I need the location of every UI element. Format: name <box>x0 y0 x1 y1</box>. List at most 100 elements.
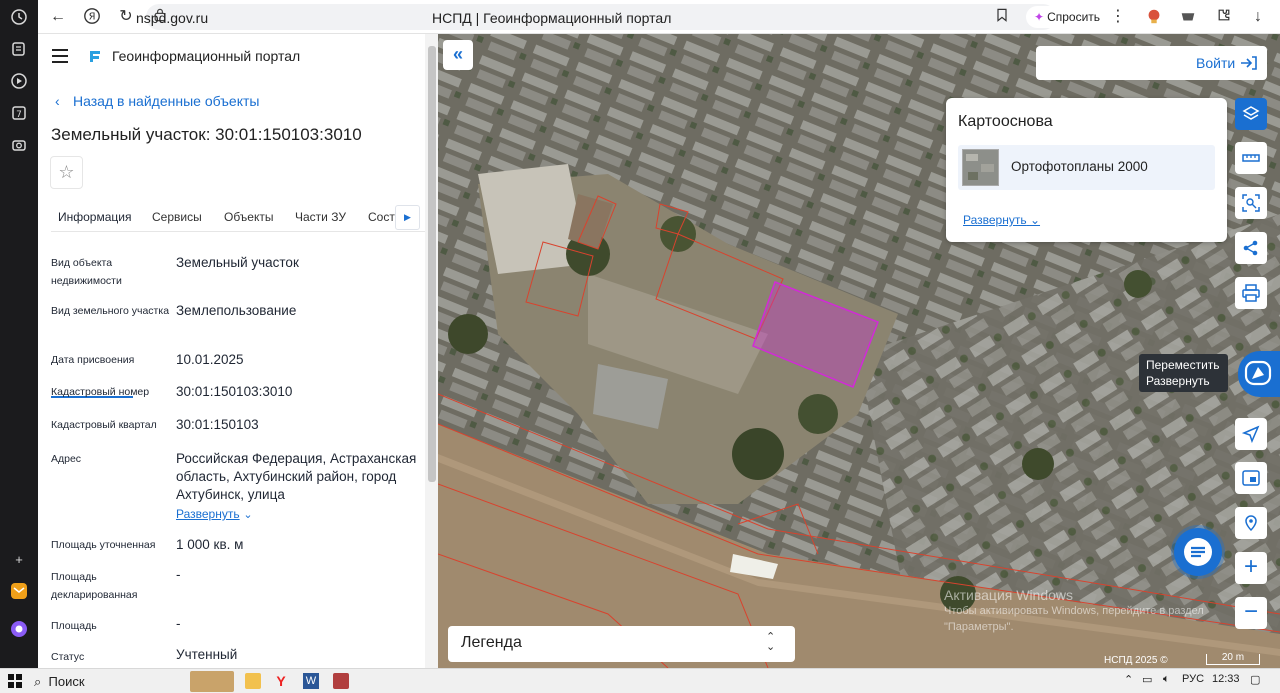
history-icon[interactable] <box>9 8 29 28</box>
object-heading: Земельный участок: 30:01:150103:3010 <box>51 125 362 144</box>
panel-scrollbar-thumb[interactable] <box>428 46 436 482</box>
chat-button[interactable] <box>1174 528 1222 576</box>
attribute-label: Кадастровый номер <box>51 386 150 398</box>
zoom-in-label: + <box>1243 553 1258 580</box>
yandex-icon[interactable]: Я <box>82 7 102 27</box>
address-expand-link[interactable]: Развернуть ⌄ <box>176 505 426 524</box>
notifications-icon[interactable]: ▢ <box>1250 673 1260 686</box>
download-icon[interactable]: ↓ <box>1248 7 1268 27</box>
app-icon[interactable] <box>333 673 349 689</box>
collections-icon[interactable] <box>9 40 29 60</box>
camera-icon[interactable] <box>9 136 29 156</box>
windows-taskbar: ⌕ Поиск Y W ⌃ ▭ 🔈︎ РУС 12:33 ▢ <box>0 668 1280 693</box>
basemap-expand-link[interactable]: Развернуть ⌄ <box>963 213 1040 227</box>
print-button[interactable] <box>1235 277 1267 309</box>
assistant-button[interactable] <box>1238 351 1280 397</box>
basemap-title: Картооснова <box>958 113 1053 130</box>
add-icon[interactable]: + <box>9 550 29 570</box>
url-text: nspd.gov.ru <box>136 10 209 26</box>
minimap-icon <box>1242 470 1260 486</box>
attribute-label: Адрес <box>51 453 82 465</box>
svg-text:Я: Я <box>89 12 96 23</box>
zoom-in-button[interactable]: + <box>1235 552 1267 584</box>
yandex-browser-icon[interactable]: Y <box>273 673 289 689</box>
svg-text:7: 7 <box>16 110 22 120</box>
login-button[interactable]: Войти <box>1036 46 1267 80</box>
network-icon[interactable]: ▭ <box>1142 673 1152 686</box>
tray-chevron-up-icon[interactable]: ⌃ <box>1124 673 1133 686</box>
chat-icon <box>1184 538 1212 566</box>
ask-label: Спросить <box>1047 10 1101 24</box>
basemap-panel: Картооснова Ортофотопланы 2000 Развернут… <box>946 98 1227 242</box>
locate-button[interactable] <box>1235 418 1267 450</box>
attribute-value: 10.01.2025 <box>176 352 244 367</box>
search-icon: ⌕ <box>34 674 42 689</box>
print-icon <box>1242 284 1260 302</box>
menu-icon[interactable] <box>52 49 70 63</box>
extension-icon[interactable] <box>1144 7 1164 27</box>
attribute-value: Учтенный <box>176 647 238 662</box>
basemap-option[interactable]: Ортофотопланы 2000 <box>958 145 1215 190</box>
tab-parts[interactable]: Части ЗУ <box>295 210 346 224</box>
media-icon[interactable] <box>9 72 29 92</box>
windows-start-icon[interactable] <box>8 674 22 688</box>
select-area-button[interactable] <box>1235 187 1267 219</box>
assistant-icon <box>1244 360 1272 386</box>
pin-location-button[interactable] <box>1235 507 1267 539</box>
chevron-left-icon: ‹ <box>55 93 60 109</box>
back-arrow-icon[interactable]: ← <box>48 7 68 27</box>
zoom-out-button[interactable]: − <box>1235 597 1267 629</box>
puzzle-icon[interactable] <box>1214 7 1234 27</box>
attribute-value: 30:01:150103:3010 <box>176 384 293 399</box>
layers-button[interactable] <box>1235 98 1267 130</box>
expand-label: Развернуть <box>176 507 240 521</box>
attribute-value: 1 000 кв. м <box>176 537 244 552</box>
volume-icon[interactable]: 🔈︎ <box>1163 673 1170 686</box>
map-scale-bar: 20 m <box>1206 653 1260 665</box>
tooltip-line: Переместить <box>1146 358 1220 372</box>
taskbar-search[interactable]: ⌕ Поиск <box>34 672 85 691</box>
back-to-results-link[interactable]: ‹ Назад в найденные объекты <box>55 93 259 109</box>
attribute-value: Землепользование <box>176 303 297 318</box>
mail-icon[interactable] <box>9 582 29 602</box>
attribute-label: Кадастровый квартал <box>51 419 157 431</box>
tab-bar: Информация Сервисы Объекты Части ЗУ Сост… <box>51 200 431 398</box>
legend-dropdown[interactable]: Легенда ⌃ ⌄ <box>448 626 795 662</box>
tab-services[interactable]: Сервисы <box>152 210 202 224</box>
tab-information[interactable]: Информация <box>58 210 131 224</box>
word-icon[interactable]: W <box>303 673 319 689</box>
file-explorer-icon[interactable] <box>245 673 261 689</box>
location-pin-icon <box>1245 515 1257 532</box>
share-button[interactable] <box>1235 232 1267 264</box>
attribute-value: - <box>176 567 181 582</box>
ask-button[interactable]: ✦ Спросить <box>1026 6 1109 28</box>
attribute-value: 30:01:150103 <box>176 417 259 432</box>
chevron-up-down-icon: ⌃ ⌄ <box>766 631 776 653</box>
collapse-panel-button[interactable]: « <box>443 40 473 70</box>
shield-icon[interactable] <box>1178 7 1198 27</box>
attribute-value: - <box>176 616 181 631</box>
login-label: Войти <box>1196 55 1236 71</box>
attribute-label: Площадь уточненная <box>51 539 156 551</box>
app-title: Геоинформационный портал <box>112 48 301 64</box>
attribute-label: Вид земельного участка <box>51 305 170 317</box>
attribute-label: Вид объекта недвижимости <box>51 257 122 287</box>
tabs-scroll-right-icon[interactable]: ▶ <box>395 205 420 230</box>
taskbar-weather-widget[interactable] <box>190 671 234 692</box>
minimap-button[interactable] <box>1235 462 1267 494</box>
favorite-star-icon[interactable]: ☆ <box>50 156 83 189</box>
sparkle-icon: ✦ <box>1034 10 1045 24</box>
attribute-value: Земельный участок <box>176 255 299 270</box>
basemap-thumbnail <box>962 149 999 186</box>
measure-button[interactable] <box>1235 142 1267 174</box>
chevron-down-icon: ⌄ <box>1029 213 1041 227</box>
more-menu-icon[interactable]: ⋮ <box>1108 7 1128 27</box>
bookmark-icon[interactable] <box>992 7 1012 27</box>
reload-icon[interactable]: ↻ <box>116 7 136 27</box>
tooltip-line: Развернуть <box>1146 374 1210 388</box>
keyboard-language[interactable]: РУС <box>1182 673 1204 685</box>
clock-time[interactable]: 12:33 <box>1212 673 1240 685</box>
calendar-icon[interactable]: 7 <box>9 104 29 124</box>
tab-objects[interactable]: Объекты <box>224 210 274 224</box>
alice-icon[interactable] <box>9 620 29 640</box>
